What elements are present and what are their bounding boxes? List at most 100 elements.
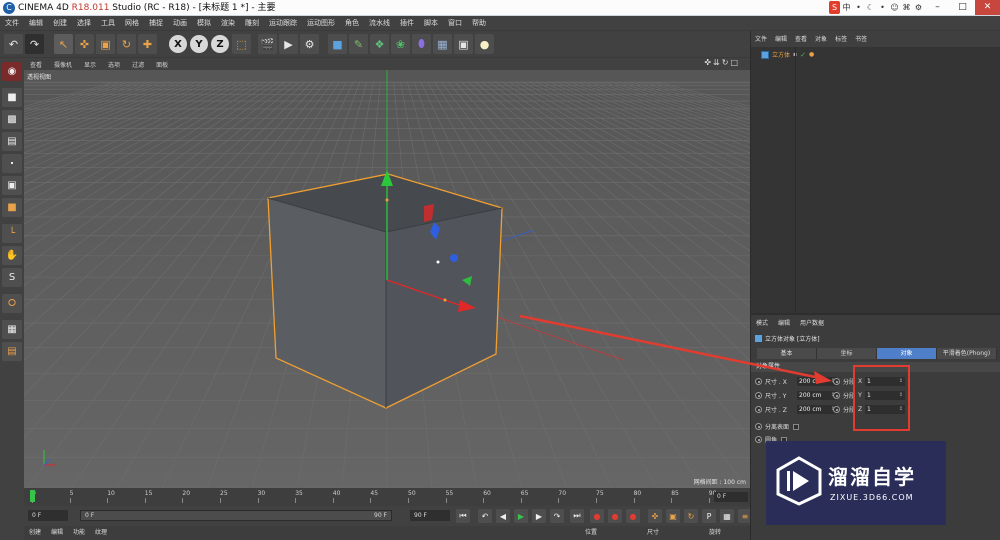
key-pla-icon[interactable]: ▦ bbox=[720, 509, 734, 523]
viewport-menu-filter[interactable]: 过滤 bbox=[126, 60, 150, 69]
tab-phong[interactable]: 平滑着色(Phong) bbox=[937, 348, 997, 359]
keyframe-radio-icon[interactable] bbox=[755, 423, 762, 430]
menu-item[interactable]: 窗口 bbox=[443, 16, 467, 30]
keyframe-radio-icon[interactable] bbox=[833, 406, 840, 413]
recent-tool-icon[interactable]: ✚ bbox=[138, 34, 157, 54]
menu-item[interactable]: 插件 bbox=[395, 16, 419, 30]
workplane-mode-icon[interactable]: ▤ bbox=[2, 132, 22, 151]
coordinate-system-icon[interactable]: ⬚ bbox=[232, 34, 251, 54]
ime-item[interactable]: ☺ bbox=[889, 1, 900, 14]
attr-menu-edit[interactable]: 编辑 bbox=[773, 318, 795, 330]
polygons-mode-icon[interactable]: ■ bbox=[2, 198, 22, 217]
rotate-icon[interactable]: ↻ bbox=[117, 34, 136, 54]
keyframe-radio-icon[interactable] bbox=[755, 406, 762, 413]
attr-menu-mode[interactable]: 模式 bbox=[751, 318, 773, 330]
menu-item[interactable]: 编辑 bbox=[24, 16, 48, 30]
previous-frame-icon[interactable]: ◀ bbox=[496, 509, 510, 523]
menu-item[interactable]: 角色 bbox=[340, 16, 364, 30]
keyframe-radio-icon[interactable] bbox=[833, 392, 840, 399]
object-list[interactable]: 立方体 ▪ ✓ ● bbox=[751, 47, 1000, 313]
render-settings-icon[interactable]: ⚙ bbox=[300, 34, 319, 54]
snapping-icon[interactable]: S bbox=[2, 268, 22, 287]
previous-key-icon[interactable]: ↶ bbox=[478, 509, 492, 523]
menu-item[interactable]: 创建 bbox=[48, 16, 72, 30]
render-view-icon[interactable]: 🎬 bbox=[258, 34, 277, 54]
menu-item[interactable]: 工具 bbox=[96, 16, 120, 30]
viewport-menu-display[interactable]: 显示 bbox=[78, 60, 102, 69]
viewport-menu-options[interactable]: 选项 bbox=[102, 60, 126, 69]
go-to-start-icon[interactable]: ⏮ bbox=[456, 509, 470, 523]
menu-item[interactable]: 渲染 bbox=[216, 16, 240, 30]
play-icon[interactable]: ▶ bbox=[514, 509, 528, 523]
tab-object[interactable]: 对象 bbox=[877, 348, 937, 359]
size-z-field[interactable]: 200 cm↕ bbox=[797, 405, 837, 414]
keyframe-radio-icon[interactable] bbox=[755, 392, 762, 399]
live-select-icon[interactable]: ↖ bbox=[54, 34, 73, 54]
viewport-menu-panel[interactable]: 面板 bbox=[150, 60, 174, 69]
visibility-check-icon[interactable]: ✓ bbox=[800, 51, 806, 59]
deformer-icon[interactable]: ⬮ bbox=[412, 34, 431, 54]
go-to-end-icon[interactable]: ⏭ bbox=[570, 509, 584, 523]
timeline-ruler[interactable]: 051015202530354045505560657075808590 bbox=[24, 488, 750, 506]
separate-surfaces-checkbox[interactable] bbox=[793, 423, 800, 430]
texture-mode-icon[interactable]: ▩ bbox=[2, 110, 22, 129]
cube-primitive-icon[interactable]: ■ bbox=[328, 34, 347, 54]
planar-workplane-icon[interactable]: ▤ bbox=[2, 342, 22, 361]
menu-item[interactable]: 网格 bbox=[120, 16, 144, 30]
keyframe-radio-icon[interactable] bbox=[755, 378, 762, 385]
attr-menu-userdata[interactable]: 用户数据 bbox=[795, 318, 829, 330]
redo-icon[interactable]: ↷ bbox=[25, 34, 44, 54]
array-generator-icon[interactable]: ❀ bbox=[391, 34, 410, 54]
material-menu-create[interactable]: 创建 bbox=[24, 526, 46, 540]
material-menu-function[interactable]: 功能 bbox=[68, 526, 90, 540]
record-active-icon[interactable]: ● bbox=[590, 509, 604, 523]
key-rotation-icon[interactable]: ↻ bbox=[684, 509, 698, 523]
make-editable-icon[interactable]: ◉ bbox=[2, 62, 22, 81]
model-mode-icon[interactable]: ■ bbox=[2, 88, 22, 107]
menu-item[interactable]: 雕刻 bbox=[240, 16, 264, 30]
menu-item[interactable]: 选择 bbox=[72, 16, 96, 30]
ime-logo-icon[interactable]: S bbox=[829, 1, 840, 14]
material-menu-edit[interactable]: 编辑 bbox=[46, 526, 68, 540]
material-menu-texture[interactable]: 纹理 bbox=[90, 526, 112, 540]
edges-mode-icon[interactable]: ▣ bbox=[2, 176, 22, 195]
subdivision-surface-icon[interactable]: ❖ bbox=[370, 34, 389, 54]
ime-item[interactable]: 中 bbox=[841, 1, 852, 14]
timeline[interactable]: 051015202530354045505560657075808590 0 F bbox=[24, 488, 750, 506]
keyframe-radio-icon[interactable] bbox=[755, 436, 762, 443]
ime-item[interactable]: ⚙ bbox=[913, 1, 924, 14]
z-axis-lock-icon[interactable]: Z bbox=[211, 35, 229, 53]
obj-menu-tags[interactable]: 标签 bbox=[831, 34, 851, 46]
menu-item[interactable]: 运动图形 bbox=[302, 16, 340, 30]
undo-icon[interactable]: ↶ bbox=[4, 34, 23, 54]
floor-icon[interactable]: ▦ bbox=[433, 34, 452, 54]
menu-item[interactable]: 脚本 bbox=[419, 16, 443, 30]
viewport-menu-camera[interactable]: 摄像机 bbox=[48, 60, 78, 69]
move-icon[interactable]: ✜ bbox=[75, 34, 94, 54]
autokey-icon[interactable]: ● bbox=[608, 509, 622, 523]
viewport-canvas[interactable] bbox=[24, 70, 750, 488]
points-mode-icon[interactable]: ⬝ bbox=[2, 154, 22, 173]
x-axis-lock-icon[interactable]: X bbox=[169, 35, 187, 53]
ime-item[interactable]: • bbox=[853, 1, 864, 14]
menu-item[interactable]: 文件 bbox=[0, 16, 24, 30]
viewport-navigation-icons[interactable]: ✜⇊↻□ bbox=[698, 58, 746, 67]
obj-menu-objects[interactable]: 对象 bbox=[811, 34, 831, 46]
end-frame-field[interactable]: 90 F bbox=[410, 510, 450, 521]
camera-icon[interactable]: ▣ bbox=[454, 34, 473, 54]
next-key-icon[interactable]: ↷ bbox=[550, 509, 564, 523]
render-picture-viewer-icon[interactable]: ▶ bbox=[279, 34, 298, 54]
object-row-cube[interactable]: 立方体 ▪ ✓ ● bbox=[761, 50, 814, 59]
menu-item[interactable]: 模拟 bbox=[192, 16, 216, 30]
menu-item[interactable]: 动画 bbox=[168, 16, 192, 30]
axis-mode-icon[interactable]: └ bbox=[2, 224, 22, 243]
key-scale-icon[interactable]: ▣ bbox=[666, 509, 680, 523]
locked-workplane-icon[interactable]: ▦ bbox=[2, 320, 22, 339]
object-name[interactable]: 立方体 bbox=[772, 50, 790, 59]
maximize-button[interactable]: □ bbox=[950, 0, 975, 15]
size-y-field[interactable]: 200 cm↕ bbox=[797, 391, 837, 400]
tweak-mode-icon[interactable]: ✋ bbox=[2, 246, 22, 265]
perspective-viewport[interactable]: 透视视图 网格间距 : 100 cm bbox=[24, 70, 750, 488]
ime-item[interactable]: • bbox=[877, 1, 888, 14]
light-icon[interactable]: ● bbox=[475, 34, 494, 54]
